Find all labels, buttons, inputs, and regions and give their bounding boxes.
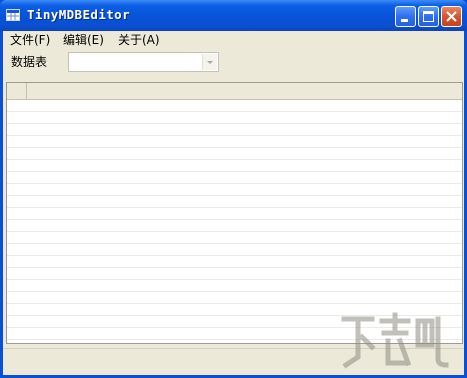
maximize-button[interactable] — [418, 6, 439, 27]
table-select-dropdown-button[interactable] — [202, 54, 217, 70]
menu-edit[interactable]: 编辑(E) — [61, 32, 106, 49]
close-icon — [446, 11, 457, 22]
client-area: 文件(F) 编辑(E) 关于(A) 数据表 — [3, 31, 464, 375]
menu-about[interactable]: 关于(A) — [116, 32, 162, 49]
grid-body[interactable] — [7, 100, 462, 343]
table-selector-row: 数据表 — [3, 50, 464, 78]
watermark-logo-icon — [341, 312, 449, 369]
data-grid[interactable] — [6, 82, 463, 344]
menu-bar: 文件(F) 编辑(E) 关于(A) — [3, 31, 464, 50]
table-label: 数据表 — [11, 55, 48, 69]
table-grid-icon — [6, 9, 20, 21]
chevron-down-icon — [207, 61, 213, 64]
window-title: TinyMDBEditor — [27, 7, 131, 22]
app-window: TinyMDBEditor 文件(F) 编辑(E) 关于(A) 数据表 — [0, 0, 467, 378]
menu-file[interactable]: 文件(F) — [8, 32, 52, 49]
grid-corner-cell[interactable] — [7, 83, 27, 99]
maximize-icon — [423, 11, 434, 22]
table-select[interactable] — [68, 52, 219, 72]
grid-header — [7, 83, 462, 100]
minimize-button[interactable] — [395, 6, 416, 27]
title-bar[interactable]: TinyMDBEditor — [0, 0, 467, 31]
minimize-icon — [401, 19, 408, 22]
close-button[interactable] — [441, 6, 462, 27]
